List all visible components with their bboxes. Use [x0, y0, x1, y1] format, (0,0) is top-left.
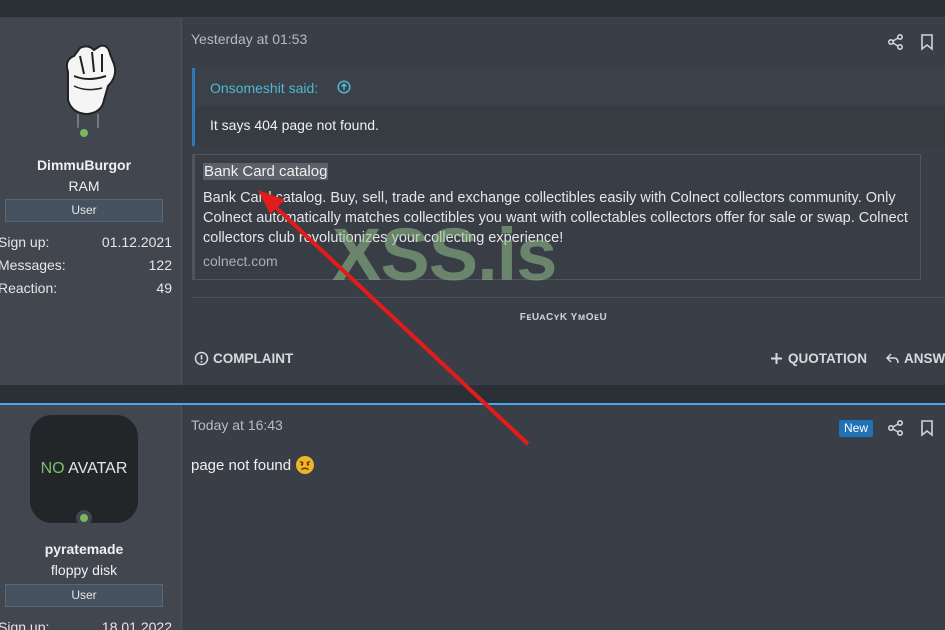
post-content: Today at 16:43 New page not found: [182, 405, 945, 630]
quotation-label: QUOTATION: [788, 351, 867, 366]
stat-signup: Sign up: 01.12.2021: [0, 234, 172, 254]
user-sidebar: DimmuBurgor RAM User Sign up: 01.12.2021…: [0, 18, 182, 385]
complaint-label: COMPLAINT: [213, 351, 294, 366]
post-content: Yesterday at 01:53 Onsomeshit said: It s…: [182, 18, 945, 385]
quote-author-link[interactable]: Onsomeshit said:: [210, 80, 318, 96]
bookmark-icon[interactable]: [918, 33, 936, 51]
complaint-button[interactable]: COMPLAINT: [194, 351, 293, 366]
stat-label: Sign up:: [0, 234, 50, 250]
stat-signup: Sign up: 18.01.2022: [0, 619, 172, 630]
stat-value: 49: [156, 280, 172, 296]
username[interactable]: DimmuBurgor: [0, 157, 168, 173]
post-date[interactable]: Yesterday at 01:53: [191, 31, 307, 47]
stat-label: Reaction:: [0, 280, 58, 296]
top-bar: [0, 0, 945, 18]
post-pyratemade: NO AVATAR pyratemade floppy disk User Si…: [0, 403, 945, 630]
link-preview-host[interactable]: colnect.com: [203, 253, 278, 269]
user-sidebar: NO AVATAR pyratemade floppy disk User Si…: [0, 405, 182, 630]
alert-circle-icon: [194, 351, 209, 366]
user-banner: User: [5, 584, 163, 607]
avatar-text-avatar: AVATAR: [68, 460, 128, 477]
message-text: page not found: [191, 456, 292, 474]
angry-face-icon: [296, 456, 315, 474]
plus-icon: [771, 353, 782, 364]
user-banner: User: [5, 199, 163, 222]
avatar-text-no: NO: [40, 460, 65, 477]
post-separator: [0, 385, 945, 403]
stat-value: 01.12.2021: [101, 234, 172, 250]
link-preview-description: Bank Card catalog. Buy, sell, trade and …: [203, 190, 908, 246]
link-preview-title[interactable]: Bank Card catalog: [203, 163, 329, 180]
quote-text: It says 404 page not found.: [210, 117, 379, 133]
reply-icon: [885, 353, 899, 364]
online-status-icon: [76, 510, 92, 526]
stat-label: Sign up:: [0, 619, 50, 630]
stat-value: 18.01.2022: [101, 619, 172, 630]
avatar[interactable]: [58, 42, 120, 134]
bookmark-icon[interactable]: [918, 419, 936, 437]
message-body: page not found: [191, 455, 315, 475]
share-icon[interactable]: [887, 33, 905, 51]
answer-label: ANSWER: [904, 351, 945, 366]
post-dimmuburgor: DimmuBurgor RAM User Sign up: 01.12.2021…: [0, 18, 945, 385]
link-preview[interactable]: Bank Card catalog Bank Card catalog. Buy…: [192, 154, 921, 280]
stat-messages: Messages: 122: [0, 257, 172, 277]
user-title: RAM: [68, 178, 100, 194]
online-status-icon: [76, 125, 92, 141]
signature: FᴇUᴀCʏK YᴍOᴇU: [519, 312, 608, 323]
stat-value: 122: [148, 257, 172, 273]
avatar[interactable]: NO AVATAR: [30, 415, 138, 523]
post-date[interactable]: Today at 16:43: [191, 417, 283, 433]
share-icon[interactable]: [887, 419, 905, 437]
arrow-up-circle-icon[interactable]: [337, 80, 351, 94]
stat-label: Messages:: [0, 257, 66, 273]
new-badge: New: [839, 420, 874, 437]
quote-header: Onsomeshit said:: [195, 68, 945, 106]
user-title: floppy disk: [50, 562, 118, 578]
username[interactable]: pyratemade: [0, 541, 168, 557]
quote-block: Onsomeshit said: It says 404 page not fo…: [192, 68, 945, 146]
quotation-button[interactable]: QUOTATION: [769, 351, 867, 366]
answer-button[interactable]: ANSWER: [885, 351, 945, 366]
signature-divider: [192, 297, 945, 298]
stat-reaction: Reaction: 49: [0, 280, 172, 300]
